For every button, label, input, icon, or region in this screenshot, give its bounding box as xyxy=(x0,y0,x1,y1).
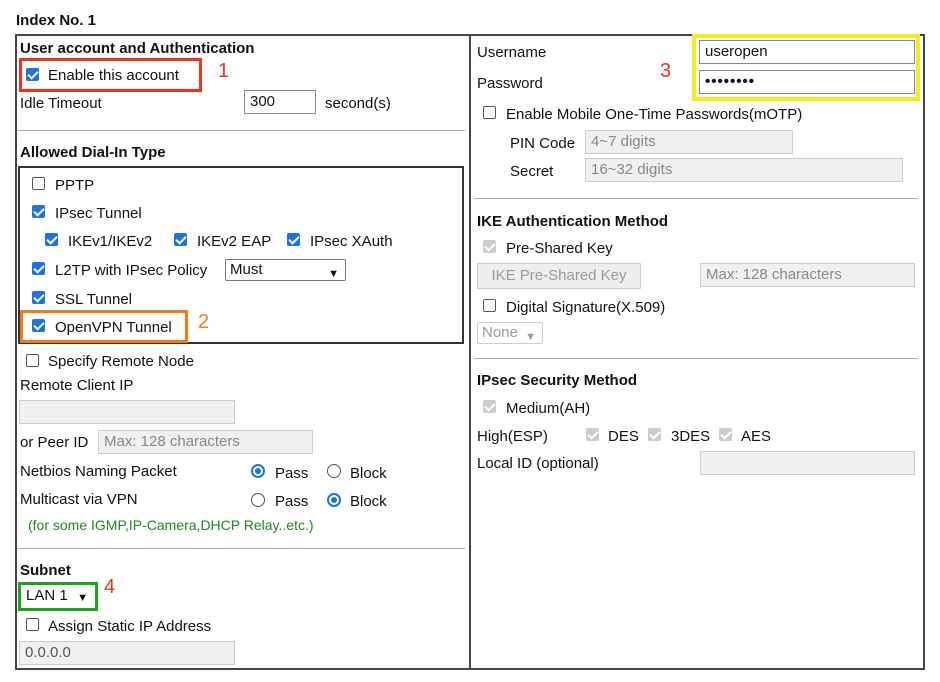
multicast-block-radio[interactable] xyxy=(327,493,341,507)
subnet-title: Subnet xyxy=(20,562,71,579)
assign-static-ip-label: Assign Static IP Address xyxy=(48,618,212,635)
multicast-pass-label: Pass xyxy=(275,493,309,510)
column-divider xyxy=(469,34,471,670)
multicast-note: (for some IGMP,IP-Camera,DHCP Relay..etc… xyxy=(28,517,314,533)
ipsec-xauth-checkbox[interactable] xyxy=(287,233,300,246)
ssl-tunnel-checkbox[interactable] xyxy=(32,291,45,304)
dialin-section-title: Allowed Dial-In Type xyxy=(20,144,166,161)
netbios-pass-radio[interactable] xyxy=(251,464,265,478)
aes-label: AES xyxy=(741,428,772,445)
peer-id-label: or Peer ID xyxy=(20,434,89,451)
motp-label: Enable Mobile One-Time Passwords(mOTP) xyxy=(506,106,803,123)
digital-signature-value: None xyxy=(482,324,518,341)
medium-ah-label: Medium(AH) xyxy=(506,400,591,417)
digital-signature-label: Digital Signature(X.509) xyxy=(506,299,666,316)
ssl-tunnel-label: SSL Tunnel xyxy=(55,291,132,308)
netbios-pass-label: Pass xyxy=(275,465,309,482)
secret-input[interactable]: 16~32 digits xyxy=(585,158,903,182)
digital-signature-select[interactable]: None ▼ xyxy=(477,322,543,344)
l2tp-checkbox[interactable] xyxy=(32,262,45,275)
aes-checkbox[interactable] xyxy=(719,428,732,441)
chevron-down-icon: ▼ xyxy=(328,268,339,280)
local-id-label: Local ID (optional) xyxy=(477,455,599,472)
ipsec-security-title: IPsec Security Method xyxy=(477,372,638,389)
divider-right-1 xyxy=(474,198,918,199)
password-input[interactable]: •••••••• xyxy=(699,70,915,94)
3des-label: 3DES xyxy=(671,428,711,445)
username-input[interactable]: useropen xyxy=(699,40,915,64)
callout-4: 4 xyxy=(104,576,116,598)
des-label: DES xyxy=(608,428,639,445)
divider-left-1 xyxy=(18,130,465,131)
remote-client-ip-label: Remote Client IP xyxy=(20,377,134,394)
ikev1-label: IKEv1/IKEv2 xyxy=(68,233,153,250)
psk-checkbox[interactable] xyxy=(483,240,496,253)
idle-timeout-label: Idle Timeout xyxy=(20,95,102,112)
password-label: Password xyxy=(477,75,543,92)
page-title: Index No. 1 xyxy=(16,12,97,29)
netbios-block-radio[interactable] xyxy=(327,464,341,478)
openvpn-label: OpenVPN Tunnel xyxy=(55,319,172,336)
psk-label: Pre-Shared Key xyxy=(506,240,613,257)
ikev1-checkbox[interactable] xyxy=(45,233,58,246)
callout-3: 3 xyxy=(660,60,672,82)
medium-ah-checkbox[interactable] xyxy=(483,400,496,413)
remote-client-ip-input[interactable] xyxy=(19,400,235,424)
netbios-label: Netbios Naming Packet xyxy=(20,463,177,480)
idle-timeout-unit: second(s) xyxy=(325,95,391,112)
3des-checkbox[interactable] xyxy=(648,428,661,441)
enable-account-label: Enable this account xyxy=(48,67,179,84)
ipsec-xauth-label: IPsec XAuth xyxy=(310,233,393,250)
digital-signature-checkbox[interactable] xyxy=(483,299,496,312)
psk-input[interactable]: Max: 128 characters xyxy=(700,263,915,287)
idle-timeout-input[interactable]: 300 xyxy=(244,90,316,114)
netbios-block-label: Block xyxy=(350,465,387,482)
account-section-title: User account and Authentication xyxy=(20,40,255,57)
pin-code-input[interactable]: 4~7 digits xyxy=(585,130,793,154)
ike-psk-button[interactable]: IKE Pre-Shared Key xyxy=(477,263,641,289)
des-checkbox[interactable] xyxy=(586,428,599,441)
pptp-checkbox[interactable] xyxy=(32,177,45,190)
openvpn-checkbox[interactable] xyxy=(32,319,45,332)
l2tp-policy-select[interactable]: Must ▼ xyxy=(225,259,346,281)
multicast-pass-radio[interactable] xyxy=(251,493,265,507)
callout-1: 1 xyxy=(218,60,230,82)
subnet-select[interactable]: LAN 1 ▼ xyxy=(22,586,94,607)
assign-static-ip-checkbox[interactable] xyxy=(26,618,39,631)
username-label: Username xyxy=(477,44,547,61)
multicast-block-label: Block xyxy=(350,493,387,510)
divider-left-2 xyxy=(18,548,465,549)
subnet-value: LAN 1 xyxy=(26,587,68,604)
ike-auth-title: IKE Authentication Method xyxy=(477,213,669,230)
specify-remote-label: Specify Remote Node xyxy=(48,353,194,370)
callout-2: 2 xyxy=(198,311,210,333)
ipsec-tunnel-label: IPsec Tunnel xyxy=(55,205,142,222)
secret-label: Secret xyxy=(510,163,554,180)
specify-remote-checkbox[interactable] xyxy=(26,354,39,367)
l2tp-label: L2TP with IPsec Policy xyxy=(55,262,208,279)
local-id-input[interactable] xyxy=(700,451,915,475)
chevron-down-icon: ▼ xyxy=(77,592,88,604)
pptp-label: PPTP xyxy=(55,177,95,194)
enable-account-checkbox[interactable] xyxy=(26,68,39,81)
high-esp-label: High(ESP) xyxy=(477,428,548,445)
static-ip-input[interactable]: 0.0.0.0 xyxy=(19,641,235,665)
peer-id-input[interactable]: Max: 128 characters xyxy=(98,430,313,454)
pin-code-label: PIN Code xyxy=(510,135,576,152)
ipsec-tunnel-checkbox[interactable] xyxy=(32,205,45,218)
ikev2-eap-label: IKEv2 EAP xyxy=(197,233,272,250)
motp-checkbox[interactable] xyxy=(483,106,496,119)
ikev2-eap-checkbox[interactable] xyxy=(174,233,187,246)
divider-right-2 xyxy=(474,358,918,359)
chevron-down-icon: ▼ xyxy=(525,331,536,343)
l2tp-policy-value: Must xyxy=(230,261,263,278)
multicast-label: Multicast via VPN xyxy=(20,491,138,508)
